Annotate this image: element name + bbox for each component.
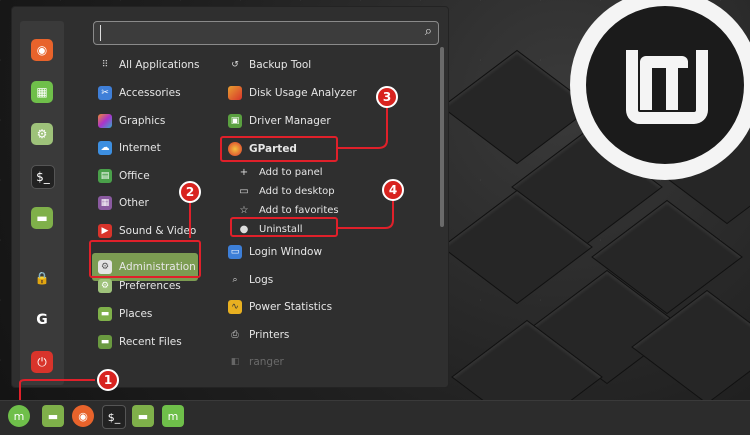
app-logs[interactable]: ⌕ Logs <box>228 269 273 291</box>
category-other[interactable]: ▦ Other <box>98 192 149 214</box>
app-power-statistics[interactable]: ∿ Power Statistics <box>228 296 332 318</box>
category-graphics[interactable]: Graphics <box>98 110 165 132</box>
app-driver-manager[interactable]: ▣ Driver Manager <box>228 110 331 132</box>
lock-icon[interactable]: 🔒 <box>31 267 53 289</box>
menu-button-mint-icon[interactable]: m <box>8 405 30 427</box>
step-badge-1: 1 <box>97 369 119 391</box>
app-ranger[interactable]: ◧ ranger <box>228 351 284 373</box>
category-accessories[interactable]: ✂ Accessories <box>98 82 181 104</box>
category-all-applications[interactable]: ⠿ All Applications <box>98 54 200 76</box>
application-menu: ◉ ▦ ⚙ $_ ▬ 🔒 G ⏻ ⌕ ⠿ All Applications ✂ Ac… <box>11 6 449 388</box>
driver-icon: ▣ <box>228 114 242 128</box>
category-preferences[interactable]: ⚙ Preferences <box>98 275 181 297</box>
search-input[interactable]: ⌕ <box>93 21 439 45</box>
logout-icon[interactable]: G <box>31 309 53 331</box>
folder-icon: ▬ <box>98 307 112 321</box>
app-backup-tool[interactable]: ↺ Backup Tool <box>228 54 311 76</box>
cloud-icon: ☁ <box>98 141 112 155</box>
recent-folder-icon: ▬ <box>98 335 112 349</box>
step-badge-2: 2 <box>179 181 201 203</box>
terminal-icon[interactable]: $_ <box>31 165 55 189</box>
scrollbar[interactable] <box>440 47 444 227</box>
highlight-administration <box>89 240 201 278</box>
disk-usage-icon <box>228 86 242 100</box>
category-internet[interactable]: ☁ Internet <box>98 137 161 159</box>
files-icon[interactable]: ▬ <box>31 207 53 229</box>
ranger-icon: ◧ <box>230 357 240 367</box>
preferences-icon: ⚙ <box>98 279 112 293</box>
graphics-icon <box>98 114 112 128</box>
step-badge-3: 3 <box>376 86 398 108</box>
settings-icon[interactable]: ⚙ <box>31 123 53 145</box>
power-statistics-icon: ∿ <box>228 300 242 314</box>
printer-icon: ⎙ <box>231 330 239 340</box>
plus-icon: + <box>239 166 249 178</box>
terminal-taskbar-icon[interactable]: $_ <box>102 405 126 429</box>
category-office[interactable]: ▤ Office <box>98 165 150 187</box>
power-icon[interactable]: ⏻ <box>31 351 53 373</box>
search-icon: ⌕ <box>424 24 432 39</box>
grid-icon: ⠿ <box>101 60 109 70</box>
context-add-to-desktop[interactable]: ▭ Add to desktop <box>239 182 334 200</box>
backup-icon: ↺ <box>231 60 239 70</box>
category-recent-files[interactable]: ▬ Recent Files <box>98 331 182 353</box>
firefox-icon[interactable]: ◉ <box>31 39 53 61</box>
category-sound-video[interactable]: ▶ Sound & Video <box>98 220 196 242</box>
app-printers[interactable]: ⎙ Printers <box>228 324 289 346</box>
app-disk-usage-analyzer[interactable]: Disk Usage Analyzer <box>228 82 357 104</box>
favorites-sidebar: ◉ ▦ ⚙ $_ ▬ 🔒 G ⏻ <box>20 21 64 385</box>
login-window-icon: ▭ <box>228 245 242 259</box>
other-icon: ▦ <box>98 196 112 210</box>
mintinstall-taskbar-icon[interactable]: m <box>162 405 184 427</box>
context-add-to-panel[interactable]: + Add to panel <box>239 163 323 181</box>
highlight-uninstall <box>230 217 338 237</box>
firefox-taskbar-icon[interactable]: ◉ <box>72 405 94 427</box>
app-login-window[interactable]: ▭ Login Window <box>228 241 322 263</box>
files-taskbar-icon[interactable]: ▬ <box>132 405 154 427</box>
desktop-icon: ▭ <box>239 185 249 197</box>
logs-icon: ⌕ <box>232 275 238 285</box>
office-icon: ▤ <box>98 169 112 183</box>
accessories-icon: ✂ <box>98 86 112 100</box>
show-desktop-icon[interactable]: ▬ <box>42 405 64 427</box>
highlight-gparted <box>220 136 338 162</box>
media-icon: ▶ <box>98 224 112 238</box>
step-badge-4: 4 <box>382 179 404 201</box>
star-icon: ☆ <box>239 204 249 216</box>
software-manager-icon[interactable]: ▦ <box>31 81 53 103</box>
category-places[interactable]: ▬ Places <box>98 303 152 325</box>
